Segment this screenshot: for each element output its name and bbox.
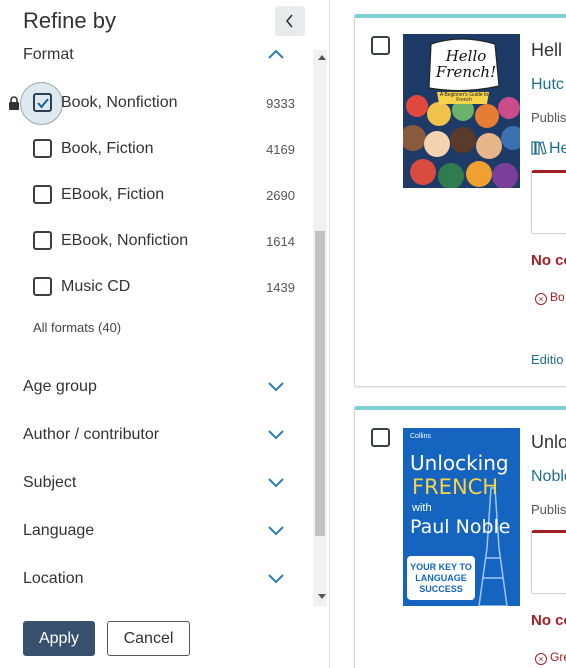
facet-count: 1439 (266, 280, 295, 295)
checkbox[interactable] (33, 277, 52, 296)
chevron-down-icon (268, 478, 284, 488)
panel-title: Refine by (23, 8, 116, 33)
availability-status: No co (531, 612, 566, 629)
select-checkbox[interactable] (371, 428, 390, 447)
age-group-section-toggle[interactable]: Age group (23, 374, 293, 400)
facet-label: Book, Fiction (61, 140, 154, 157)
cover-line4: Paul Noble (410, 516, 511, 538)
section-label: Language (23, 522, 95, 539)
cover-line2: FRENCH (412, 475, 499, 499)
checkbox[interactable] (33, 185, 52, 204)
book-cover-hello-french[interactable]: Hello French! A Beginner's Guide to Fren… (403, 34, 520, 188)
facet-music-cd[interactable]: Music CD 1439 (33, 273, 295, 301)
cover-tagline3: SUCCESS (419, 584, 463, 594)
chevron-up-icon (268, 49, 284, 59)
checkbox[interactable] (33, 139, 52, 158)
format-section-label: Format (23, 46, 74, 63)
result-card: Hello French! A Beginner's Guide to Fren… (354, 14, 566, 387)
section-label: Author / contributor (23, 426, 160, 443)
result-title[interactable]: Unlo (531, 432, 566, 453)
facet-label: EBook, Fiction (61, 186, 165, 203)
facet-label: Book, Nonfiction (61, 94, 178, 111)
facet-count: 9333 (266, 96, 295, 111)
checkmark-icon (37, 98, 49, 109)
result-format-label: He (549, 140, 566, 157)
scroll-up-arrow-icon[interactable] (318, 55, 326, 60)
all-formats-link[interactable]: All formats (40) (33, 320, 121, 335)
cover-tagline2: LANGUAGE (415, 573, 467, 583)
result-card: Collins Unlocking FRENCH with Paul Noble… (354, 406, 566, 668)
result-publication: Publis (531, 502, 566, 517)
facet-label: Music CD (61, 278, 131, 295)
chevron-down-icon (268, 382, 284, 392)
facet-count: 1614 (266, 234, 295, 249)
cover-title-line2: French! (435, 63, 497, 81)
book-cover-unlocking-french[interactable]: Collins Unlocking FRENCH with Paul Noble… (403, 428, 520, 606)
availability-box (531, 170, 566, 234)
note-text: Gre (550, 650, 566, 664)
checkbox-checked[interactable] (33, 93, 52, 112)
chevron-down-icon (268, 574, 284, 584)
cover-subtitle: A Beginner's Guide to French (439, 92, 489, 103)
x-circle-icon: × (535, 653, 547, 665)
facet-ebook-fiction[interactable]: EBook, Fiction 2690 (33, 181, 295, 209)
facet-book-nonfiction[interactable]: Book, Nonfiction 9333 (33, 89, 295, 117)
x-circle-icon: × (535, 293, 547, 305)
format-section-toggle[interactable]: Format (23, 42, 293, 68)
cover-line3: with (412, 502, 432, 514)
facet-ebook-nonfiction[interactable]: EBook, Nonfiction 1614 (33, 227, 295, 255)
facet-count: 4169 (266, 142, 295, 157)
result-title[interactable]: Hell (531, 40, 562, 61)
collapse-panel-button[interactable] (275, 6, 305, 36)
scrollbar-thumb[interactable] (315, 231, 325, 536)
section-label: Age group (23, 378, 97, 395)
scroll-down-arrow-icon[interactable] (318, 594, 326, 599)
apply-button[interactable]: Apply (23, 621, 95, 656)
result-publication: Publis (531, 110, 566, 125)
section-label: Location (23, 570, 84, 587)
facet-count: 2690 (266, 188, 295, 203)
cover-brand: Collins (410, 433, 432, 440)
select-checkbox[interactable] (371, 36, 390, 55)
cover-tagline1: YOUR KEY TO (410, 562, 472, 572)
facet-label: EBook, Nonfiction (61, 232, 189, 249)
chevron-down-icon (268, 430, 284, 440)
result-author[interactable]: Noble (531, 468, 566, 486)
subject-section-toggle[interactable]: Subject (23, 470, 293, 496)
books-icon (531, 141, 547, 155)
facet-book-fiction[interactable]: Book, Fiction 4169 (33, 135, 295, 163)
author-section-toggle[interactable]: Author / contributor (23, 422, 293, 448)
lock-icon (9, 96, 19, 110)
cover-line1: Unlocking (410, 451, 509, 475)
chevron-down-icon (268, 526, 284, 536)
chevron-left-icon (285, 14, 293, 28)
section-label: Subject (23, 474, 77, 491)
note-text: Bo (550, 290, 565, 304)
result-format[interactable]: He (531, 140, 566, 158)
editions-link[interactable]: Editio (531, 352, 564, 367)
refine-panel: Refine by Format Book, Nonfiction 9333 B… (0, 0, 330, 668)
not-available-note: ×Gre (535, 650, 566, 665)
availability-status: No co (531, 252, 566, 269)
result-author[interactable]: Hutc (531, 76, 564, 94)
checkbox[interactable] (33, 231, 52, 250)
not-available-note: × Bo (535, 290, 565, 305)
availability-box (531, 530, 566, 594)
location-section-toggle[interactable]: Location (23, 566, 293, 592)
cancel-button[interactable]: Cancel (107, 621, 190, 656)
language-section-toggle[interactable]: Language (23, 518, 293, 544)
